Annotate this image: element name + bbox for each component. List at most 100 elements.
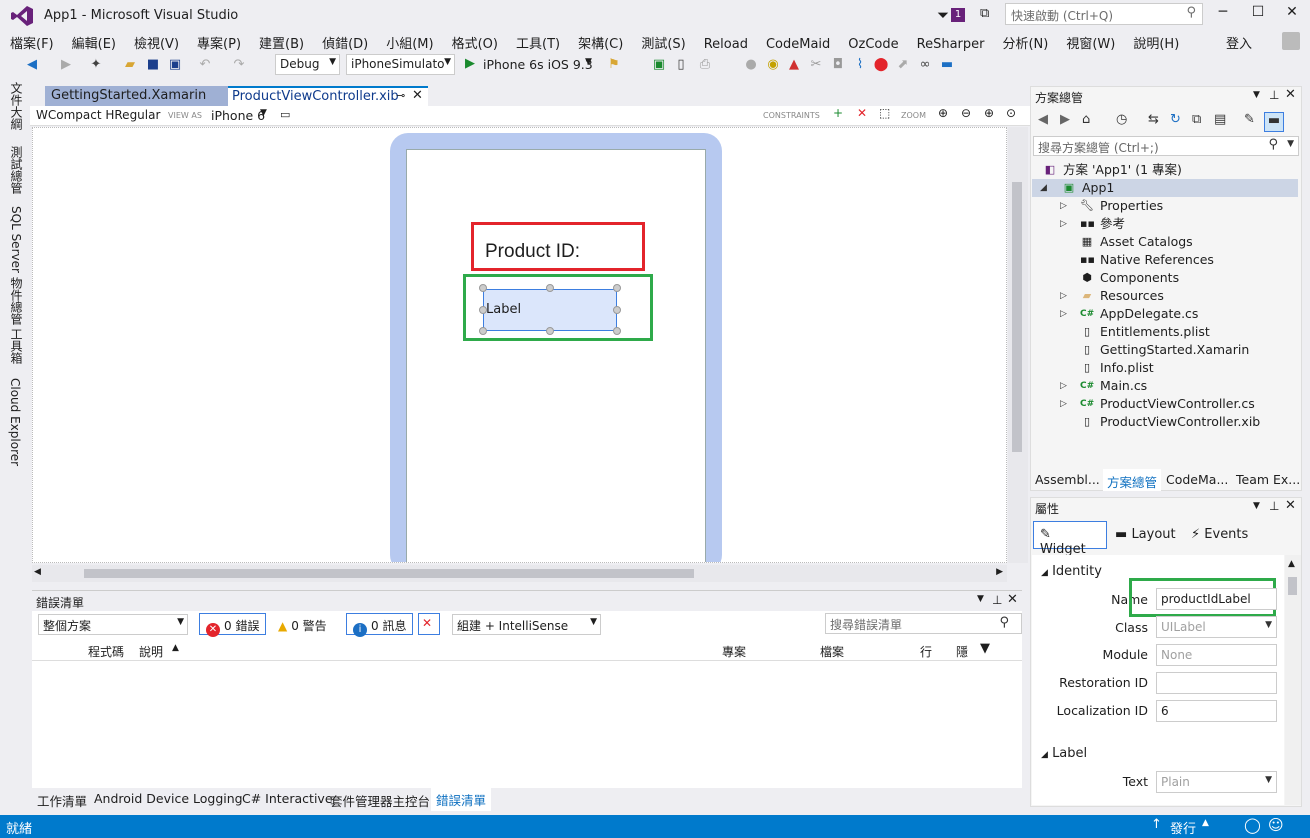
scroll-up-icon[interactable]: ▲ [1288,559,1295,569]
configuration-select[interactable]: Debug ▼ [275,54,340,75]
eye-icon[interactable]: ◉ [765,57,781,73]
sync-icon[interactable]: ⇆ [1148,112,1159,127]
tab-widget[interactable]: ✎ Widget [1033,521,1107,557]
orientation-icon[interactable]: ▭ [280,108,290,121]
printer-icon[interactable]: ⎙ [697,57,713,73]
home-icon[interactable]: ⌂ [1082,112,1090,127]
close-tab-icon[interactable]: ✕ [412,88,423,103]
scroll-left-icon[interactable]: ◀ [34,567,41,577]
pin-icon[interactable]: ⊥ [1269,499,1279,513]
column-project[interactable]: 專案 [722,643,746,660]
product-id-title-label[interactable]: Product ID: [485,241,580,263]
test-explorer-tab[interactable]: 測試總管 [8,146,25,194]
open-folder-icon[interactable]: ▰ [122,57,138,73]
close-icon[interactable]: ✕ [1285,87,1296,102]
save-icon[interactable]: ■ [145,57,161,73]
pin-icon[interactable]: ⊥ [1269,88,1279,102]
tablet-icon[interactable]: ▯ [673,57,689,73]
show-all-files-icon[interactable]: ▤ [1214,112,1226,127]
zoom-reset-icon[interactable]: ⊙ [1006,106,1016,120]
warning-red-icon[interactable]: ▲ [786,57,802,73]
pin-icon[interactable]: ⬈ [895,57,911,73]
resize-handle[interactable] [479,327,487,335]
search-error-list-input[interactable]: 搜尋錯誤清單 ⚲ [825,613,1022,634]
warnings-filter-button[interactable]: ▲ 0 警告 [271,613,334,635]
text-type-select[interactable]: Plain ▼ [1156,771,1277,793]
source-select[interactable]: 組建 + IntelliSense ▼ [452,614,601,635]
glasses-icon[interactable]: ∞ [917,57,933,73]
play-icon[interactable]: ▶ [465,56,475,71]
toolbox-tab[interactable]: 工具箱 [8,328,25,364]
preview-icon[interactable]: ▬ [1264,112,1284,132]
tab-csharp-interactive[interactable]: C# Interactive [242,791,333,806]
scope-select[interactable]: 整個方案 ▼ [38,614,188,635]
resize-handle[interactable] [613,306,621,314]
solution-search-input[interactable]: 搜尋方案總管 (Ctrl+;) ⚲ ▼ [1033,136,1299,156]
resize-handle[interactable] [546,284,554,292]
resize-handle[interactable] [613,327,621,335]
column-code[interactable]: 程式碼 [88,643,124,660]
tab-product-view-controller[interactable]: ProductViewController.xib ⊸ ✕ [228,86,428,106]
tools-icon[interactable]: ✂ [808,57,824,73]
tab-task-list[interactable]: 工作清單 [37,791,87,810]
resize-handle[interactable] [479,284,487,292]
quick-launch-input[interactable]: 快速啟動 (Ctrl+Q) ⚲ [1005,3,1203,25]
run-target-button[interactable]: iPhone 6s iOS 9.3 [483,57,593,72]
pin-icon[interactable]: ⊥ [992,593,1002,607]
filter-icon[interactable]: ⏷ [937,6,949,24]
cloud-explorer-tab[interactable]: Cloud Explorer [8,378,22,466]
forward-icon[interactable]: ▶ [1060,112,1070,127]
size-class-label[interactable]: WCompact HRegular [36,108,160,122]
localization-id-field[interactable]: 6 [1156,700,1277,722]
undo-icon[interactable]: ↶ [197,57,213,73]
frame-icon[interactable]: ⬚ [879,106,890,120]
notification-icon[interactable]: ◯ [1244,816,1261,834]
chevron-up-icon[interactable]: ▲ [1202,818,1209,828]
dropdown-icon[interactable]: ▼ [1253,501,1260,511]
collapse-all-icon[interactable]: ⧉ [1192,112,1201,127]
attach-icon[interactable]: ⚑ [606,57,622,73]
publish-button[interactable]: 發行 [1170,818,1196,837]
refresh-icon[interactable]: ↻ [1170,112,1181,127]
column-description[interactable]: 說明 [139,643,163,660]
scroll-thumb[interactable] [84,569,694,578]
close-button[interactable]: ✕ [1279,4,1305,24]
scroll-thumb[interactable] [1288,577,1297,595]
platform-select[interactable]: iPhoneSimulato ▼ [346,54,455,75]
clear-filter-icon[interactable]: ✕ [418,613,440,635]
new-project-icon[interactable]: ✦ [88,57,104,73]
save-all-icon[interactable]: ▣ [167,57,183,73]
tab-package-manager-console[interactable]: 套件管理器主控台 [330,791,430,810]
iphone-screen[interactable]: Product ID: Label [406,149,706,562]
identity-section[interactable]: ◢ Identity [1041,564,1102,579]
sql-server-explorer-tab[interactable]: SQL Server 物件總管 [8,206,25,325]
comment-icon[interactable]: ▬ [939,57,955,73]
scroll-thumb[interactable] [1012,182,1022,452]
messages-filter-button[interactable]: i0 訊息 [346,613,414,637]
tab-layout[interactable]: ▬ Layout [1115,527,1176,542]
camera-icon[interactable]: ◘ [830,57,846,73]
collapsed-arrow-icon[interactable]: ▷ [1060,197,1070,215]
document-outline-tab[interactable]: 文件大綱 [8,82,25,130]
feedback-smiley-icon[interactable]: ☺ [1268,816,1284,834]
tab-events[interactable]: ⚡︎ Events [1191,527,1248,542]
canvas-horizontal-scrollbar[interactable]: ◀ ▶ [32,565,1007,582]
zoom-out-icon[interactable]: ⊖ [961,106,971,120]
feedback-icon[interactable]: ⧉ [980,6,989,21]
wrench-icon[interactable]: ✎ [1244,112,1255,127]
dropdown-icon[interactable]: ▼ [977,594,984,604]
errors-filter-button[interactable]: ✕ 0 錯誤 [199,613,267,637]
close-icon[interactable]: ✕ [1285,498,1296,513]
collapsed-arrow-icon[interactable]: ▷ [1060,377,1070,395]
resize-handle[interactable] [546,327,554,335]
tab-android-device-logging[interactable]: Android Device Logging [94,791,243,806]
tab-solution-explorer[interactable]: 方案總管 [1103,469,1162,491]
chevron-down-icon[interactable]: ▼ [260,108,267,118]
selected-label-widget[interactable]: Label [483,289,617,331]
properties-scrollbar[interactable]: ▲ [1285,555,1301,805]
collapsed-arrow-icon[interactable]: ▷ [1060,215,1070,233]
filter-icon[interactable]: ▼ [980,641,990,656]
paperclip-icon[interactable]: ⌇ [852,57,868,73]
restoration-id-field[interactable] [1156,672,1277,694]
column-suppression[interactable]: 隱 [956,643,968,660]
